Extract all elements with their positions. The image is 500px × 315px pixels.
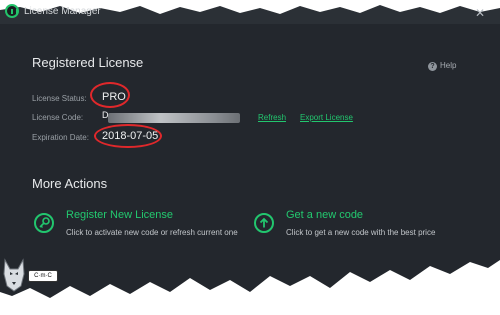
expiration-date-label: Expiration Date: bbox=[32, 133, 89, 142]
close-icon[interactable]: ✕ bbox=[475, 6, 485, 20]
get-new-code-desc: Click to get a new code with the best pr… bbox=[286, 228, 436, 237]
status-highlight-oval bbox=[90, 82, 130, 108]
registered-license-title: Registered License bbox=[32, 55, 144, 70]
license-status-label: License Status: bbox=[32, 94, 87, 103]
export-license-link[interactable]: Export License bbox=[300, 113, 353, 122]
register-new-license-desc: Click to activate new code or refresh cu… bbox=[66, 228, 238, 237]
get-new-code-title[interactable]: Get a new code bbox=[286, 209, 363, 221]
power-icon bbox=[5, 4, 19, 18]
register-new-license-title[interactable]: Register New License bbox=[66, 209, 173, 221]
help-icon[interactable]: ? bbox=[428, 62, 437, 71]
license-manager-window: License Manager ✕ Registered License ? H… bbox=[0, 0, 500, 298]
more-actions-title: More Actions bbox=[32, 176, 108, 191]
window-title: License Manager bbox=[24, 6, 101, 17]
expiration-highlight-oval bbox=[94, 124, 162, 148]
wolf-icon bbox=[3, 258, 25, 292]
license-code-label: License Code: bbox=[32, 113, 84, 122]
masked-license-code bbox=[108, 113, 240, 123]
key-icon bbox=[34, 213, 54, 233]
help-link[interactable]: Help bbox=[440, 61, 456, 70]
arrow-up-icon bbox=[254, 213, 274, 233]
refresh-link[interactable]: Refresh bbox=[258, 113, 286, 122]
watermark-badge: C·m·C bbox=[28, 270, 58, 282]
